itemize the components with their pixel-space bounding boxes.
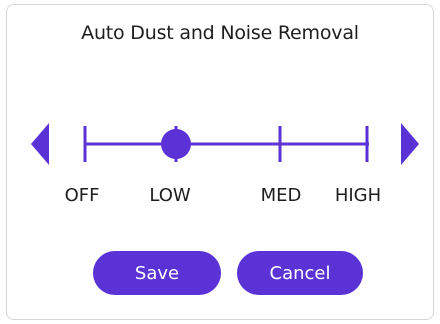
slider-thumb[interactable] [161,129,191,159]
arrow-right-icon[interactable] [401,123,419,165]
dust-noise-dialog: Auto Dust and Noise Removal OFF LOW MED … [6,4,434,320]
save-button[interactable]: Save [93,251,221,295]
arrow-left-icon[interactable] [31,123,49,165]
level-label-off: OFF [64,185,100,206]
cancel-button[interactable]: Cancel [237,251,363,295]
level-label-high: HIGH [334,185,382,206]
level-label-med: MED [260,185,302,206]
noise-level-slider[interactable] [79,123,375,165]
dialog-title: Auto Dust and Noise Removal [81,22,359,44]
level-label-low: LOW [149,185,191,206]
